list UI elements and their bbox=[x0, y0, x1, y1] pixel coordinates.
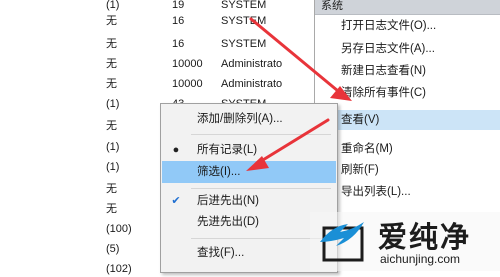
row-col2: 16 bbox=[172, 15, 185, 27]
menu-item-label: 先进先出(D) bbox=[197, 216, 259, 228]
action-rename[interactable]: 重命名(M) bbox=[341, 139, 393, 159]
row-col1: 无 bbox=[106, 58, 117, 70]
table-row[interactable]: 无 10000 Administrato bbox=[0, 76, 315, 92]
row-col3: Administrato bbox=[221, 58, 283, 70]
row-col1: (5) bbox=[106, 243, 120, 255]
row-col1: 无 bbox=[106, 38, 117, 50]
radio-dot-icon: ● bbox=[172, 144, 180, 156]
row-col3: SYSTEM bbox=[221, 38, 267, 50]
watermark-logo-icon bbox=[320, 222, 364, 262]
row-col1: 无 bbox=[106, 120, 117, 132]
row-col1: 无 bbox=[106, 78, 117, 90]
action-clear-events[interactable]: 清除所有事件(C) bbox=[341, 83, 426, 103]
row-col1: 无 bbox=[106, 15, 117, 27]
table-row[interactable]: 无 16 SYSTEM bbox=[0, 36, 315, 52]
action-open-log[interactable]: 打开日志文件(O)... bbox=[341, 16, 436, 36]
row-col2: 10000 bbox=[172, 58, 203, 70]
row-col1: (1) bbox=[106, 161, 120, 173]
menu-item-label: 查找(F)... bbox=[197, 247, 245, 259]
menu-filter[interactable]: 筛选(I)... bbox=[162, 161, 336, 183]
row-col2: 19 bbox=[172, 0, 185, 11]
row-col1: (102) bbox=[106, 263, 132, 275]
action-new-log-view[interactable]: 新建日志查看(N) bbox=[341, 61, 426, 81]
action-refresh[interactable]: 刷新(F) bbox=[341, 160, 379, 180]
menu-separator bbox=[191, 188, 331, 189]
menu-item-label: 后进先出(N) bbox=[197, 195, 259, 207]
menu-item-label: 所有记录(L) bbox=[197, 144, 258, 156]
action-pane-title: 系统 bbox=[321, 0, 343, 12]
row-col1: (100) bbox=[106, 223, 132, 235]
table-row[interactable]: 无 10000 Administrato bbox=[0, 56, 315, 72]
action-export-list[interactable]: 导出列表(L)... bbox=[341, 182, 411, 202]
row-col1: (1) bbox=[106, 141, 120, 153]
watermark-domain: aichunjing.com bbox=[380, 252, 461, 266]
menu-separator bbox=[191, 134, 331, 135]
table-row[interactable]: 无 16 SYSTEM bbox=[0, 13, 315, 29]
menu-newest-first[interactable]: ✔ 后进先出(N) bbox=[162, 190, 336, 212]
menu-all-records[interactable]: ● 所有记录(L) bbox=[162, 139, 336, 161]
action-save-log[interactable]: 另存日志文件(A)... bbox=[341, 39, 435, 59]
row-col1: (1) bbox=[106, 0, 120, 11]
table-row[interactable]: (1) 19 SYSTEM bbox=[0, 0, 315, 13]
row-col2: 10000 bbox=[172, 78, 203, 90]
row-col3: SYSTEM bbox=[221, 15, 267, 27]
row-col1: 无 bbox=[106, 203, 117, 215]
row-col1: (1) bbox=[106, 98, 120, 110]
row-col3: Administrato bbox=[221, 78, 283, 90]
row-col1: 无 bbox=[106, 183, 117, 195]
menu-item-label: 添加/删除列(A)... bbox=[197, 113, 283, 125]
checkmark-icon: ✔ bbox=[171, 195, 181, 207]
menu-item-label: 筛选(I)... bbox=[197, 166, 241, 178]
row-col3: SYSTEM bbox=[221, 0, 267, 11]
watermark-brand: 爱纯净 bbox=[378, 220, 472, 254]
menu-add-remove-columns[interactable]: 添加/删除列(A)... bbox=[162, 108, 336, 130]
row-col2: 16 bbox=[172, 38, 185, 50]
action-pane-header: 系统 bbox=[315, 0, 500, 15]
action-view[interactable]: 查看(V) bbox=[341, 110, 379, 130]
